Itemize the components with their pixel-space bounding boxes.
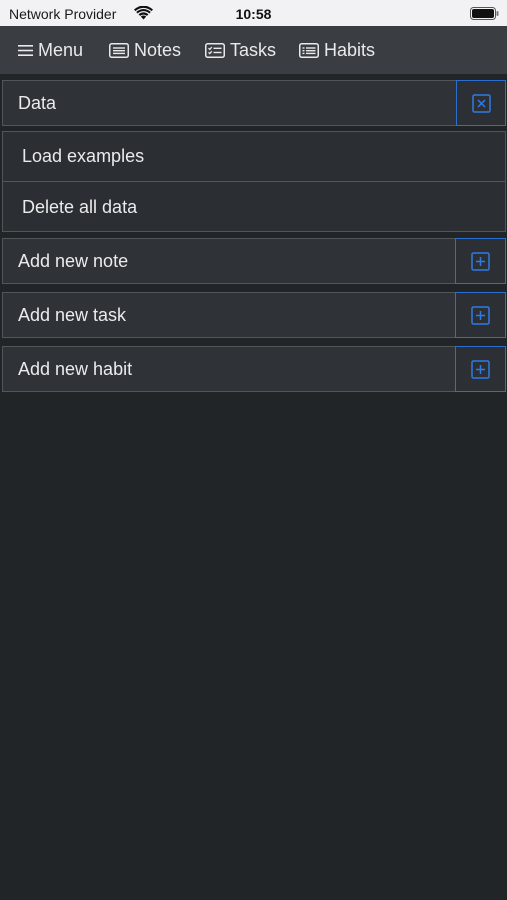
nav-tasks-label: Tasks [230, 39, 277, 60]
nav-habits-button[interactable]: Habits [299, 26, 375, 74]
data-section-title: Data [18, 92, 57, 113]
habits-icon [299, 42, 319, 58]
top-navbar: Menu Notes Tasks Habits [0, 26, 507, 74]
add-task-button[interactable] [455, 292, 506, 338]
load-examples-item[interactable]: Load examples [3, 132, 505, 182]
plus-icon [471, 359, 490, 379]
hamburger-icon [18, 44, 33, 56]
notes-icon [109, 42, 129, 58]
add-task-label: Add new task [18, 304, 127, 325]
plus-icon [471, 251, 490, 271]
nav-tasks-button[interactable]: Tasks [205, 26, 276, 74]
add-note-label: Add new note [18, 250, 129, 271]
data-dropdown: Load examples Delete all data [2, 131, 506, 232]
clock-time: 10:58 [235, 6, 272, 22]
close-data-button[interactable] [456, 80, 506, 126]
nav-habits-label: Habits [324, 39, 376, 60]
tasks-icon [205, 42, 225, 58]
add-habit-row[interactable]: Add new habit [2, 346, 506, 392]
nav-menu-label: Menu [38, 39, 84, 60]
nav-notes-label: Notes [134, 39, 182, 60]
status-bar: Network Provider 10:58 [0, 0, 507, 26]
add-note-row[interactable]: Add new note [2, 238, 506, 284]
add-note-button[interactable] [455, 238, 506, 284]
delete-all-data-item[interactable]: Delete all data [3, 182, 505, 232]
nav-notes-button[interactable]: Notes [109, 26, 181, 74]
close-icon [471, 93, 491, 113]
data-section-header[interactable]: Data [2, 80, 506, 126]
nav-menu-button[interactable]: Menu [18, 26, 83, 74]
add-habit-label: Add new habit [18, 358, 133, 379]
plus-icon [471, 305, 490, 325]
add-habit-button[interactable] [455, 346, 506, 392]
add-task-row[interactable]: Add new task [2, 292, 506, 338]
battery-icon [470, 7, 499, 20]
